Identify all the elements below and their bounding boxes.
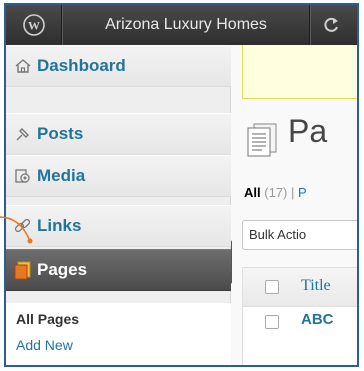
page-title: Pa <box>288 113 328 149</box>
pushpin-icon <box>12 123 34 145</box>
admin-notice <box>242 45 357 99</box>
pages-icon <box>12 259 34 281</box>
refresh-icon[interactable] <box>310 5 350 45</box>
site-name-link[interactable]: Arizona Luxury Homes <box>62 5 310 45</box>
pages-submenu: All Pages Add New <box>6 303 231 365</box>
select-all-checkbox[interactable] <box>265 280 279 294</box>
row-checkbox[interactable] <box>265 315 279 329</box>
svg-text:W: W <box>28 19 40 33</box>
pages-heading-icon <box>244 122 280 163</box>
sidebar-item-pages[interactable]: Pages <box>6 249 231 291</box>
main-content: Pa All (17) | P Bulk Actio Title ABC <box>232 45 357 365</box>
bulk-actions-select[interactable]: Bulk Actio <box>242 220 357 250</box>
admin-bar: W Arizona Luxury Homes <box>6 5 357 45</box>
table-row: ABC <box>242 307 357 365</box>
sidebar-item-label: Pages <box>37 260 88 279</box>
admin-sidebar: Dashboard Posts Media Links Pages All Pa… <box>6 45 231 365</box>
sidebar-item-label: Dashboard <box>37 56 126 75</box>
home-icon <box>12 55 34 77</box>
sidebar-item-media[interactable]: Media <box>6 155 231 197</box>
status-filters: All (17) | P <box>244 185 307 200</box>
callout-connector <box>0 216 33 244</box>
filter-all[interactable]: All <box>244 185 261 200</box>
sidebar-item-posts[interactable]: Posts <box>6 113 231 155</box>
submenu-all-pages[interactable]: All Pages <box>16 311 79 327</box>
screenshot-frame: W Arizona Luxury Homes Dashboard Posts M… <box>4 3 359 367</box>
sidebar-item-label: Media <box>37 166 86 185</box>
wordpress-logo-icon[interactable]: W <box>6 5 62 45</box>
media-icon <box>12 165 34 187</box>
filter-all-count: (17) <box>264 185 288 200</box>
row-title-link[interactable]: ABC <box>301 311 334 328</box>
submenu-add-new[interactable]: Add New <box>16 337 73 353</box>
table-header: Title <box>242 267 357 307</box>
sidebar-item-label: Links <box>37 216 82 235</box>
column-title[interactable]: Title <box>301 277 331 295</box>
sidebar-item-dashboard[interactable]: Dashboard <box>6 45 231 87</box>
filter-separator: | <box>291 185 295 200</box>
sidebar-item-label: Posts <box>37 124 84 143</box>
filter-next[interactable]: P <box>298 185 307 200</box>
